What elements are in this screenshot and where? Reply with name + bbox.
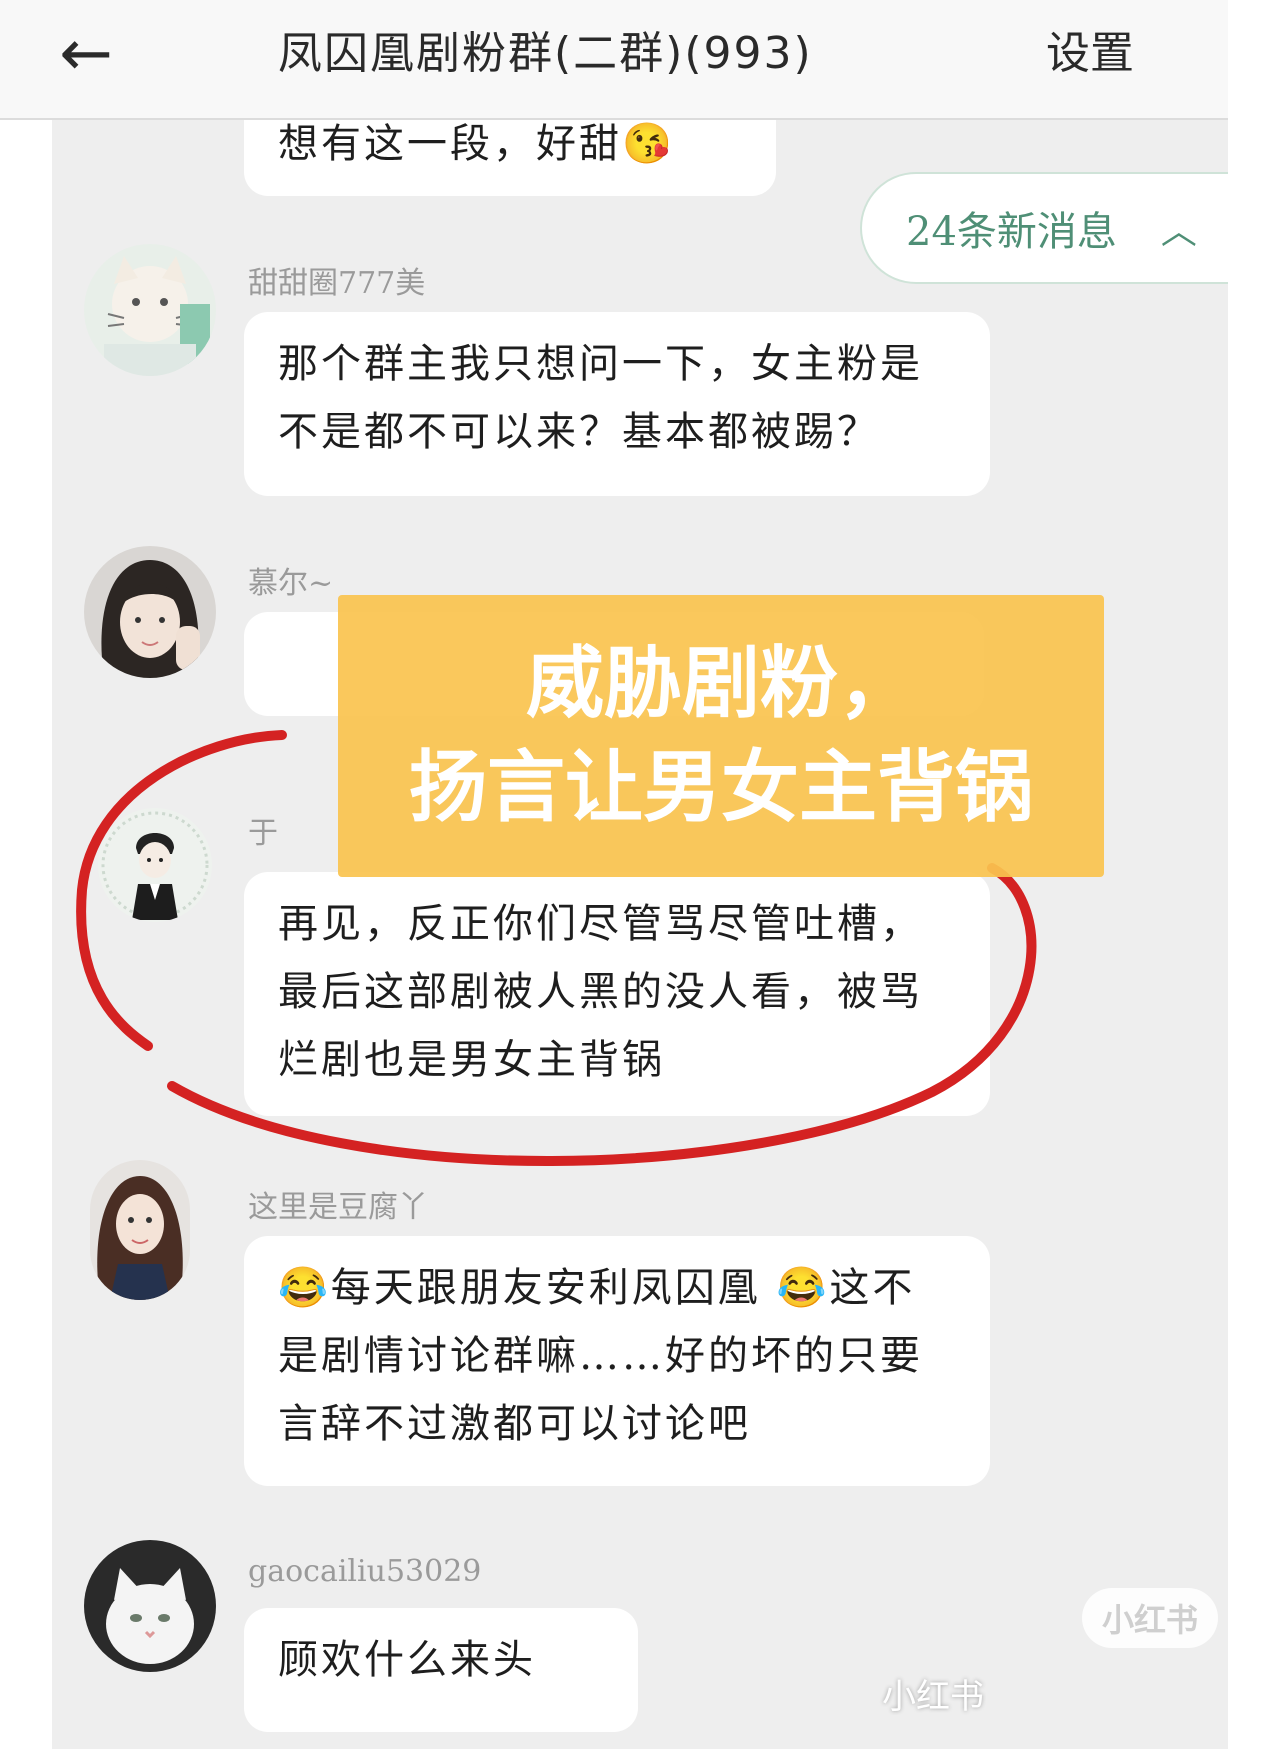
avatar[interactable] [84, 244, 216, 376]
message-text: 再见，反正你们尽管骂尽管吐槽，最后这部剧被人黑的没人看，被骂烂剧也是男女主背锅 [278, 901, 923, 1083]
settings-button[interactable]: 设置 [1046, 22, 1156, 86]
caption-line: 扬言让男女主背锅 [408, 743, 1033, 833]
message-text: 那个群主我只想问一下，女主粉是不是都不可以来？基本都被踢？ [278, 341, 923, 455]
message-bubble: 那个群主我只想问一下，女主粉是不是都不可以来？基本都被踢？ [244, 312, 990, 496]
message-bubble: 顾欢什么来头 [244, 1608, 638, 1732]
header-bar: ← 凤囚凰剧粉群(二群)(993) 设置 [0, 0, 1228, 120]
avatar-woman-photo-image [90, 1160, 190, 1300]
avatar[interactable] [84, 1540, 216, 1672]
sender-name: 慕尔~ [248, 566, 334, 601]
message-text: 想有这一段，好甜😘 [278, 121, 675, 167]
avatar-cartoon-man-image [98, 808, 212, 922]
message-text: 顾欢什么来头 [278, 1637, 536, 1683]
sender-name: gaocailiu53029 [248, 1554, 482, 1589]
avatar[interactable] [84, 546, 216, 678]
sender-name: 甜甜圈777美 [248, 266, 426, 301]
caption-line: 威胁剧粉， [525, 639, 916, 729]
sender-name: 这里是豆腐丫 [248, 1190, 428, 1225]
back-arrow-icon: ← [59, 17, 113, 91]
caption-overlay: 威胁剧粉， 扬言让男女主背锅 [338, 595, 1104, 877]
avatar-girl-photo-image [84, 546, 216, 678]
sender-name: 于 [248, 816, 278, 851]
chat-screen: 想有这一段，好甜😘 24条新消息 ︿ 甜甜圈777美 那个群主我只想问一下，女主… [52, 0, 1228, 1749]
message-text: 😂每天跟朋友安利凤囚凰 😂这不是剧情讨论群嘛……好的坏的只要言辞不过激都可以讨论… [278, 1265, 923, 1447]
page-title: 凤囚凰剧粉群(二群)(993) [278, 28, 813, 79]
new-messages-label: 24条新消息 [906, 209, 1117, 255]
watermark-text: 小红书 [882, 1677, 984, 1717]
message-bubble: 😂每天跟朋友安利凤囚凰 😂这不是剧情讨论群嘛……好的坏的只要言辞不过激都可以讨论… [244, 1236, 990, 1486]
avatar[interactable] [98, 808, 212, 922]
new-messages-button[interactable]: 24条新消息 ︿ [860, 172, 1228, 284]
avatar-white-cat-image [84, 1540, 216, 1672]
watermark-badge: 小红书 [1082, 1588, 1218, 1648]
chevron-up-icon: ︿ [1160, 211, 1197, 252]
back-button[interactable]: ← [44, 17, 128, 91]
message-bubble: 再见，反正你们尽管骂尽管吐槽，最后这部剧被人黑的没人看，被骂烂剧也是男女主背锅 [244, 872, 990, 1116]
avatar-cat-girl-image [84, 244, 216, 376]
avatar[interactable] [90, 1160, 190, 1300]
